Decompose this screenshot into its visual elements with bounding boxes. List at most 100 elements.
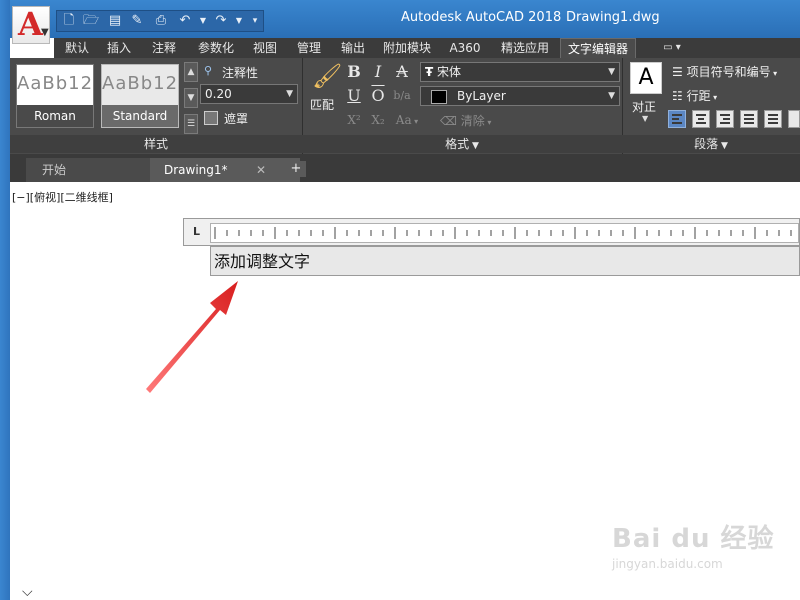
tab-manage[interactable]: 管理 <box>290 38 328 58</box>
editor-text[interactable]: 添加调整文字 <box>214 248 310 272</box>
paragraph-more-button[interactable] <box>788 110 800 128</box>
tab-insert[interactable]: 插入 <box>100 38 138 58</box>
font-value: 宋体 <box>437 65 462 79</box>
annotative-label: 注释性 <box>222 66 259 80</box>
style-preview: AaBb12 <box>17 73 94 94</box>
app-title: Autodesk AutoCAD 2018 <box>401 10 562 25</box>
chevron-down-icon: ▾ <box>710 93 718 102</box>
color-combobox[interactable]: ByLayer ▼ <box>420 86 620 106</box>
format-panel-footer[interactable]: 格式 ▼ <box>302 135 622 153</box>
annotative-toggle[interactable]: ⚲ 注释性 <box>202 64 298 82</box>
style-name: Standard <box>102 105 178 127</box>
justify-label: 对正 <box>632 100 657 114</box>
application-menu-button[interactable]: A ▼ <box>12 5 50 44</box>
open-folder-icon[interactable]: 🗁 <box>83 13 99 29</box>
tab-drawing1[interactable]: Drawing1* ✕ <box>150 158 300 182</box>
tab-output[interactable]: 输出 <box>334 38 372 58</box>
text-height-combobox[interactable]: 0.20 ▼ <box>200 84 298 104</box>
watermark-url: jingyan.baidu.com <box>612 557 723 571</box>
document-title: Drawing1.dwg <box>566 10 660 25</box>
justify-a-icon: A <box>630 62 662 94</box>
styles-scroll-up-button[interactable]: ▲ <box>184 62 198 82</box>
styles-scroll-down-button[interactable]: ▼ <box>184 88 198 108</box>
tab-parametric[interactable]: 参数化 <box>190 38 242 58</box>
styles-expand-button[interactable]: ☰ <box>184 114 198 134</box>
redo-dropdown-icon[interactable]: ▼ <box>231 13 247 29</box>
style-name: Roman <box>17 105 93 127</box>
chevron-down-icon: ▼ <box>286 89 293 99</box>
chevron-down-icon: ▼ <box>41 27 49 38</box>
viewport-controls[interactable]: [−][俯视][二维线框] <box>12 189 113 205</box>
chevron-down-icon: ▼ <box>608 67 615 77</box>
clear-label: 清除 <box>460 114 485 128</box>
close-icon[interactable]: ✕ <box>256 158 266 182</box>
tab-addins[interactable]: 附加模块 <box>378 38 436 58</box>
font-combobox[interactable]: Ŧ 宋体 ▼ <box>420 62 620 82</box>
text-height-value: 0.20 <box>205 87 232 101</box>
mtext-editor[interactable]: 添加调整文字 <box>210 246 800 276</box>
justification-button[interactable]: A 对正 ▼ <box>628 62 664 123</box>
new-tab-button[interactable]: + <box>286 161 306 177</box>
strikethrough-button[interactable]: A <box>392 62 412 82</box>
style-panel-footer: 样式 <box>10 135 302 153</box>
mask-icon <box>204 111 218 125</box>
watermark-brand: Bai du 经验 <box>612 524 775 554</box>
customize-toolbar-icon[interactable]: ▾ <box>247 13 263 29</box>
align-center-button[interactable] <box>692 110 710 128</box>
redo-icon[interactable]: ↷ <box>213 13 229 29</box>
match-label: 匹配 <box>310 98 335 112</box>
chevron-down-icon: ▼ <box>718 141 728 151</box>
align-left-button[interactable] <box>668 110 686 128</box>
mask-label: 遮罩 <box>224 112 249 126</box>
ruler-scale <box>210 223 799 243</box>
tab-label: 开始 <box>42 163 67 177</box>
save-as-icon[interactable]: ✎ <box>129 13 145 29</box>
align-right-button[interactable] <box>716 110 734 128</box>
subscript-button[interactable]: X₂ <box>368 110 388 130</box>
tab-start[interactable]: 开始 <box>26 158 152 182</box>
tab-stop-type[interactable]: L <box>193 225 200 238</box>
change-case-button[interactable]: Aa ▾ <box>392 110 422 130</box>
tab-annotate[interactable]: 注释 <box>144 38 184 58</box>
chevron-down-icon: ▼ <box>608 91 615 101</box>
baidu-watermark: Bai du 经验 jingyan.baidu.com <box>612 518 775 571</box>
tab-label: Drawing1* <box>164 163 228 177</box>
red-arrow-annotation <box>146 281 238 393</box>
line-spacing-button[interactable]: ☷ 行距 ▾ <box>672 87 717 104</box>
quick-access-toolbar: 🗋 🗁 ▤ ✎ ⎙ ↶ ▼ ↷ ▼ ▾ <box>56 10 264 32</box>
italic-button[interactable]: I <box>368 62 388 82</box>
tab-text-editor[interactable]: 文字编辑器 <box>560 38 636 58</box>
tab-view[interactable]: 视图 <box>246 38 284 58</box>
ruler-ticks <box>214 227 792 239</box>
undo-dropdown-icon[interactable]: ▼ <box>195 13 211 29</box>
undo-icon[interactable]: ↶ <box>177 13 193 29</box>
ribbon-display-toggle-icon[interactable]: ▭ ▾ <box>654 38 690 58</box>
style-preview: AaBb12 <box>102 73 179 94</box>
text-editor-ruler[interactable]: L <box>183 218 800 246</box>
superscript-button[interactable]: X² <box>344 110 364 130</box>
chevron-down-icon[interactable]: ⌵ <box>22 584 33 600</box>
distribute-button[interactable] <box>764 110 782 128</box>
print-icon[interactable]: ⎙ <box>153 13 169 29</box>
justify-button[interactable] <box>740 110 758 128</box>
bullets-numbering-button[interactable]: ☰ 项目符号和编号 ▾ <box>672 63 777 80</box>
new-file-icon[interactable]: 🗋 <box>61 13 77 29</box>
color-value: ByLayer <box>457 89 506 103</box>
chevron-down-icon: ▾ <box>411 117 419 126</box>
bold-button[interactable]: B <box>344 62 364 82</box>
format-panel-label: 格式 <box>445 137 470 151</box>
save-icon[interactable]: ▤ <box>107 13 123 29</box>
stack-button[interactable]: b/a <box>392 86 412 106</box>
tab-default[interactable]: 默认 <box>58 38 96 58</box>
mask-button[interactable]: 遮罩 <box>202 110 262 128</box>
paragraph-panel-footer[interactable]: 段落 ▼ <box>622 135 800 153</box>
text-style-roman[interactable]: AaBb12 Roman <box>16 64 94 128</box>
match-properties-button[interactable]: 🖌 匹配 <box>306 62 342 114</box>
overline-button[interactable]: O <box>368 86 388 106</box>
tab-a360[interactable]: A360 <box>444 38 486 58</box>
underline-button[interactable]: U <box>344 86 364 106</box>
text-style-standard[interactable]: AaBb12 Standard <box>101 64 179 128</box>
clear-formatting-button[interactable]: ⌫ 清除 ▾ <box>440 112 491 129</box>
eraser-icon: ⌫ <box>440 114 461 128</box>
tab-featured-apps[interactable]: 精选应用 <box>494 38 556 58</box>
